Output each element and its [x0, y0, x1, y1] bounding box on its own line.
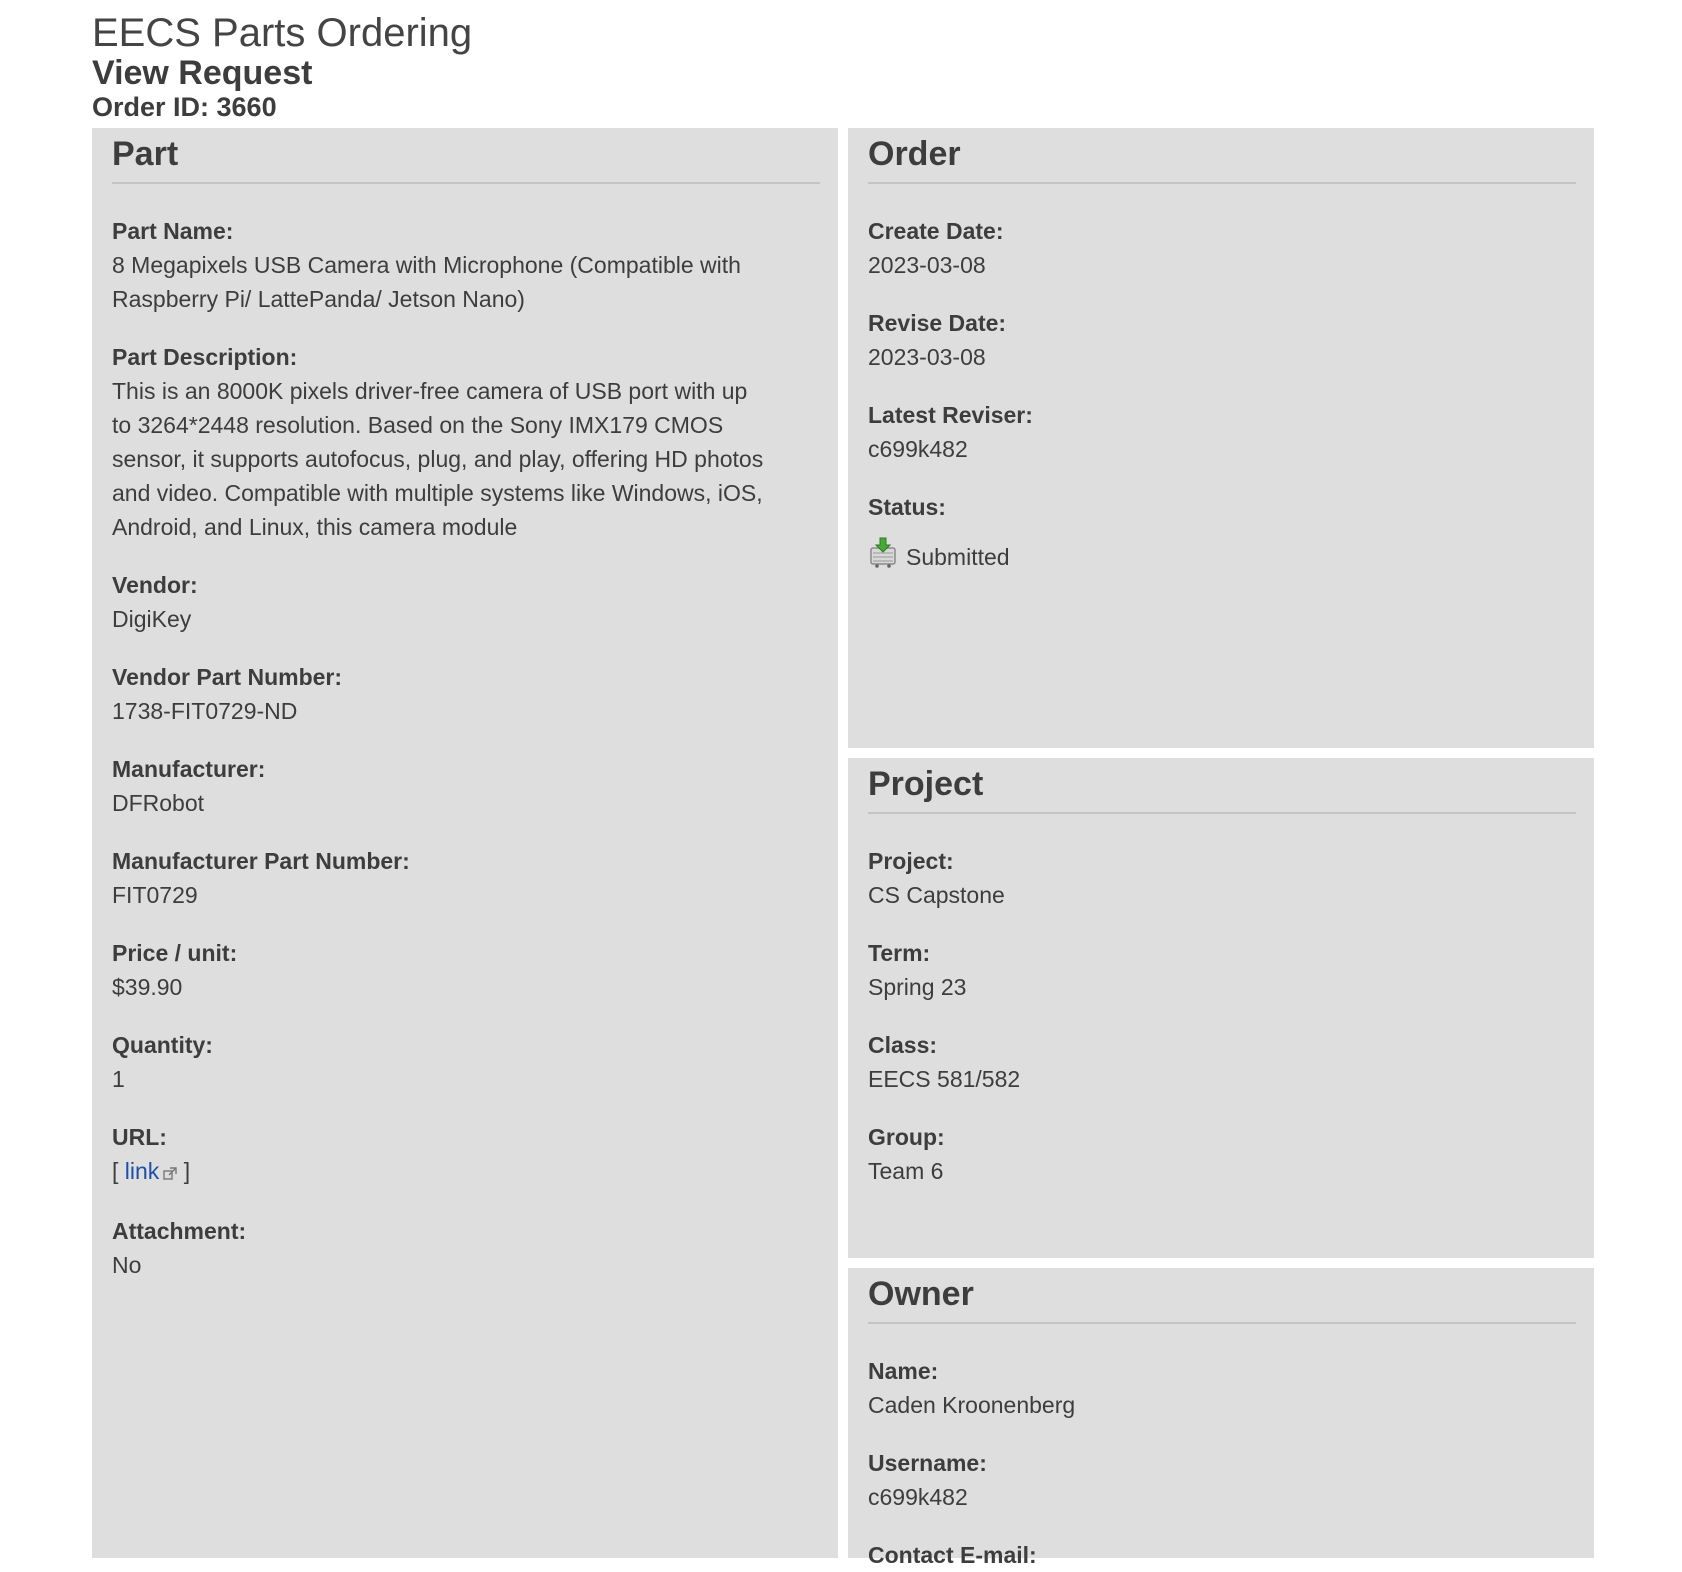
manufacturer-value: DFRobot	[112, 790, 205, 816]
order-panel: Order Create Date: 2023-03-08 Revise Dat…	[848, 128, 1594, 748]
term-field: Term: Spring 23	[868, 936, 1576, 1004]
owner-panel: Owner Name: Caden Kroonenberg Username: …	[848, 1268, 1594, 1568]
url-close-bracket: ]	[183, 1158, 191, 1184]
part-description-value: This is an 8000K pixels driver-free came…	[112, 378, 764, 540]
price-field: Price / unit: $39.90	[112, 936, 820, 1004]
field-label: Attachment:	[112, 1218, 247, 1244]
quantity-value: 1	[112, 1066, 125, 1092]
url-open-bracket: [	[112, 1158, 119, 1184]
part-name-field: Part Name: 8 Megapixels USB Camera with …	[112, 214, 820, 316]
field-label: Manufacturer Part Number:	[112, 848, 410, 874]
url-link-label: link	[124, 1158, 160, 1184]
owner-name-field: Name: Caden Kroonenberg	[868, 1354, 1576, 1422]
field-label: Username:	[868, 1450, 987, 1476]
order-heading: Order	[868, 128, 1576, 184]
status-field: Status: Submitted	[868, 490, 1576, 577]
field-label: Create Date:	[868, 218, 1004, 244]
manufacturer-part-number-value: FIT0729	[112, 882, 198, 908]
external-link-icon	[163, 1156, 177, 1190]
url-field: URL: [ link ]	[112, 1120, 820, 1190]
field-label: Name:	[868, 1358, 939, 1384]
project-value: CS Capstone	[868, 882, 1005, 908]
owner-name-value: Caden Kroonenberg	[868, 1392, 1076, 1418]
manufacturer-part-number-field: Manufacturer Part Number: FIT0729	[112, 844, 820, 912]
project-field: Project: CS Capstone	[868, 844, 1576, 912]
field-label: Revise Date:	[868, 310, 1007, 336]
class-value: EECS 581/582	[868, 1066, 1021, 1092]
part-panel: Part Part Name: 8 Megapixels USB Camera …	[92, 128, 838, 1558]
field-label: Contact E-mail:	[868, 1542, 1037, 1568]
page-header: EECS Parts Ordering View Request Order I…	[92, 10, 472, 124]
owner-username-value: c699k482	[868, 1484, 968, 1510]
url-value: [ link ]	[112, 1154, 820, 1190]
status-value: Submitted	[906, 543, 1010, 570]
create-date-field: Create Date: 2023-03-08	[868, 214, 1576, 282]
class-field: Class: EECS 581/582	[868, 1028, 1576, 1096]
field-label: Class:	[868, 1032, 938, 1058]
part-heading: Part	[112, 128, 820, 184]
revise-date-value: 2023-03-08	[868, 344, 986, 370]
group-value: Team 6	[868, 1158, 944, 1184]
field-label: Vendor:	[112, 572, 198, 598]
vendor-part-number-value: 1738-FIT0729-ND	[112, 698, 298, 724]
field-label: URL:	[112, 1124, 167, 1150]
order-id: Order ID: 3660	[92, 92, 277, 122]
owner-email-field: Contact E-mail:	[868, 1538, 1576, 1572]
price-value: $39.90	[112, 974, 183, 1000]
field-label: Project:	[868, 848, 954, 874]
vendor-field: Vendor: DigiKey	[112, 568, 820, 636]
part-name-value: 8 Megapixels USB Camera with Microphone …	[112, 252, 741, 312]
cart-download-icon	[868, 536, 898, 577]
project-heading: Project	[868, 758, 1576, 814]
field-label: Status:	[868, 494, 946, 520]
group-field: Group: Team 6	[868, 1120, 1576, 1188]
page-title: View Request	[92, 54, 313, 92]
revise-date-field: Revise Date: 2023-03-08	[868, 306, 1576, 374]
status-row: Submitted	[868, 536, 1576, 577]
attachment-value: No	[112, 1252, 142, 1278]
field-label: Quantity:	[112, 1032, 213, 1058]
field-label: Price / unit:	[112, 940, 238, 966]
create-date-value: 2023-03-08	[868, 252, 986, 278]
url-link[interactable]: link	[125, 1158, 178, 1184]
field-label: Part Description:	[112, 344, 298, 370]
app-title: EECS Parts Ordering	[92, 11, 473, 55]
part-description-field: Part Description: This is an 8000K pixel…	[112, 340, 820, 544]
field-label: Term:	[868, 940, 931, 966]
attachment-field: Attachment: No	[112, 1214, 820, 1282]
field-label: Latest Reviser:	[868, 402, 1033, 428]
latest-reviser-field: Latest Reviser: c699k482	[868, 398, 1576, 466]
quantity-field: Quantity: 1	[112, 1028, 820, 1096]
vendor-value: DigiKey	[112, 606, 192, 632]
project-panel: Project Project: CS Capstone Term: Sprin…	[848, 758, 1594, 1258]
field-label: Vendor Part Number:	[112, 664, 343, 690]
term-value: Spring 23	[868, 974, 967, 1000]
manufacturer-field: Manufacturer: DFRobot	[112, 752, 820, 820]
field-label: Part Name:	[112, 218, 234, 244]
field-label: Group:	[868, 1124, 945, 1150]
owner-heading: Owner	[868, 1268, 1576, 1324]
vendor-part-number-field: Vendor Part Number: 1738-FIT0729-ND	[112, 660, 820, 728]
owner-username-field: Username: c699k482	[868, 1446, 1576, 1514]
field-label: Manufacturer:	[112, 756, 266, 782]
latest-reviser-value: c699k482	[868, 436, 968, 462]
